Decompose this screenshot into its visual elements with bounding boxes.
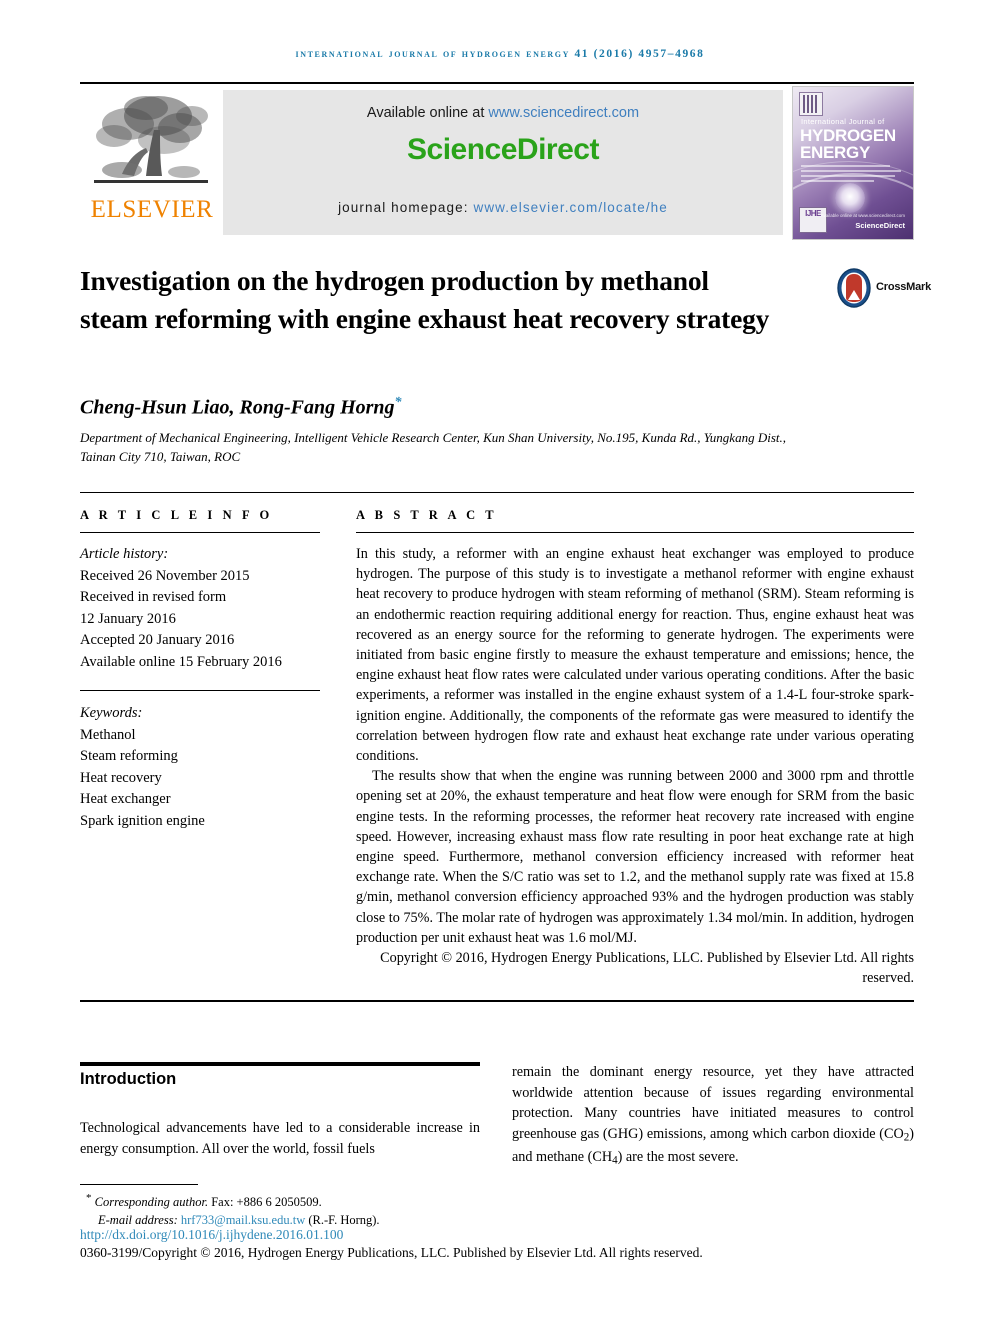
journal-masthead: ELSEVIER Available online at www.science…: [80, 82, 914, 240]
cover-footer: IJHE Available online at www.sciencedire…: [799, 207, 907, 233]
info-section-top-rule: [80, 492, 914, 493]
keyword-item: Heat recovery: [80, 769, 162, 786]
abstract-paragraph-1: In this study, a reformer with an engine…: [356, 546, 914, 765]
footnote-star-marker: *: [86, 1192, 92, 1204]
journal-cover-thumbnail: International Journal of HYDROGEN ENERGY…: [792, 86, 914, 240]
abstract-paragraph-2: The results show that when the engine wa…: [356, 768, 914, 946]
intro-right-pre: remain the dominant energy resource, yet…: [512, 1064, 914, 1142]
sciencedirect-banner: Available online at www.sciencedirect.co…: [223, 90, 783, 235]
abstract-rule: [356, 532, 914, 533]
article-info-rule: [80, 532, 320, 533]
paper-page: International Journal of Hydrogen Energy…: [0, 0, 992, 1323]
email-link[interactable]: hrf733@mail.ksu.edu.tw: [181, 1213, 305, 1227]
cover-title-line2: ENERGY: [800, 143, 870, 162]
article-history-item: 12 January 2016: [80, 610, 176, 627]
corresponding-author-line: * Corresponding author. Fax: +886 6 2050…: [86, 1189, 586, 1211]
sciencedirect-url-link[interactable]: www.sciencedirect.com: [488, 105, 639, 121]
article-history-item: Received 26 November 2015: [80, 567, 250, 584]
email-owner: (R.-F. Horng).: [308, 1213, 380, 1228]
cover-title-small: International Journal of: [801, 117, 885, 126]
corresponding-author-note: * Corresponding author. Fax: +886 6 2050…: [86, 1189, 586, 1229]
cover-publisher-badge-icon: [799, 92, 823, 116]
author-affiliation: Department of Mechanical Engineering, In…: [80, 430, 786, 464]
introduction-column-left: Technological advancements have led to a…: [80, 1120, 480, 1157]
crossmark-label: CrossMark: [876, 281, 932, 293]
cover-ijhe-badge: IJHE: [799, 207, 827, 233]
article-history-label: Article history:: [80, 546, 169, 562]
masthead-top-rule: [80, 82, 914, 84]
elsevier-logo: ELSEVIER: [82, 90, 222, 238]
footnote-rule: [80, 1184, 198, 1185]
journal-homepage-link[interactable]: www.elsevier.com/locate/he: [473, 200, 667, 215]
corresponding-author-label: Corresponding author.: [94, 1195, 209, 1210]
issn-copyright-line: 0360-3199/Copyright © 2016, Hydrogen Ene…: [80, 1245, 703, 1260]
article-info-column: A R T I C L E I N F O Article history: R…: [80, 508, 320, 832]
running-head: International Journal of Hydrogen Energy…: [295, 48, 705, 60]
introduction-heading: Introduction: [80, 1070, 177, 1088]
journal-homepage-prefix: journal homepage:: [338, 200, 474, 215]
keywords-label: Keywords:: [80, 705, 143, 721]
available-online-line: Available online at www.sciencedirect.co…: [223, 105, 783, 121]
article-history-group: Article history: Received 26 November 20…: [80, 544, 320, 673]
keywords-group: Keywords: Methanol Steam reforming Heat …: [80, 703, 320, 832]
keyword-item: Steam reforming: [80, 748, 178, 764]
available-online-prefix: Available online at: [366, 105, 489, 121]
article-history-item: Received in revised form: [80, 589, 227, 605]
email-label: E-mail address:: [98, 1213, 178, 1228]
abstract-copyright: Copyright © 2016, Hydrogen Energy Public…: [380, 950, 914, 987]
introduction-column-right: remain the dominant energy resource, yet…: [512, 1062, 914, 1171]
article-info-heading: A R T I C L E I N F O: [80, 508, 273, 522]
corresponding-author-fax: Fax: +886 6 2050509.: [211, 1195, 322, 1210]
sciencedirect-wordmark: ScienceDirect: [407, 133, 599, 166]
cover-sciencedirect-mark: ScienceDirect: [855, 221, 905, 230]
cover-title-large: HYDROGEN ENERGY: [800, 127, 908, 161]
intro-right-post: ) are the most severe.: [617, 1149, 739, 1166]
cover-tagline: Available online at www.sciencedirect.co…: [820, 213, 905, 218]
elsevier-tree-icon: [94, 96, 208, 183]
corresponding-author-marker: *: [394, 395, 402, 410]
article-history-item: Accepted 20 January 2016: [80, 632, 235, 648]
abstract-heading: A B S T R A C T: [356, 508, 498, 522]
author-list: Cheng-Hsun Liao, Rong-Fang Horng*: [80, 395, 780, 420]
keyword-item: Heat exchanger: [80, 791, 171, 807]
elsevier-wordmark: ELSEVIER: [90, 196, 214, 223]
crossmark-badge[interactable]: CrossMark: [836, 268, 931, 312]
introduction-rule: [80, 1062, 480, 1066]
journal-homepage-line: journal homepage: www.elsevier.com/locat…: [223, 200, 783, 215]
article-history-item: Available online 15 February 2016: [80, 653, 282, 670]
doi-link[interactable]: http://dx.doi.org/10.1016/j.ijhydene.201…: [80, 1227, 343, 1243]
abstract-bottom-rule: [80, 1000, 914, 1002]
abstract-column: A B S T R A C T In this study, a reforme…: [356, 508, 914, 988]
keyword-item: Spark ignition engine: [80, 812, 205, 829]
introduction-right-paragraph: remain the dominant energy resource, yet…: [512, 1062, 914, 1171]
keywords-divider: [80, 690, 320, 691]
author-names: Cheng-Hsun Liao, Rong-Fang Horng: [80, 396, 395, 419]
page-title: Investigation on the hydrogen production…: [80, 265, 770, 334]
crossmark-icon: [837, 268, 871, 308]
keyword-item: Methanol: [80, 726, 136, 743]
